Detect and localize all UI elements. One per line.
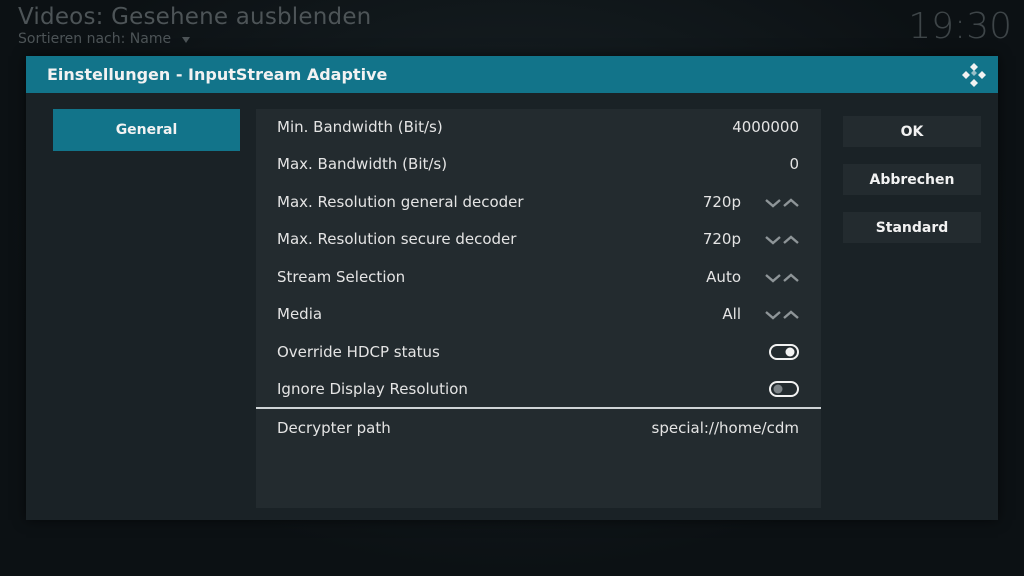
page-title: Videos: Gesehene ausblenden [18,4,372,30]
setting-label: Stream Selection [277,268,406,286]
settings-list: Min. Bandwidth (Bit/s) 4000000 Max. Band… [256,109,821,508]
setting-label: Override HDCP status [277,343,440,361]
cancel-button[interactable]: Abbrechen [843,164,981,195]
caret-down-icon [181,31,190,47]
setting-value: 0 [789,155,799,173]
setting-media[interactable]: Media All [256,296,821,333]
setting-label: Ignore Display Resolution [277,380,468,398]
settings-dialog: Einstellungen - InputStream Adaptive Gen… [26,56,998,520]
setting-label: Decrypter path [277,419,391,437]
setting-max-resolution-secure[interactable]: Max. Resolution secure decoder 720p [256,221,821,258]
section-divider [256,407,821,409]
setting-label: Media [277,305,323,323]
setting-stream-selection[interactable]: Stream Selection Auto [256,259,821,296]
setting-value: 720p [702,230,741,248]
setting-ignore-display-resolution[interactable]: Ignore Display Resolution [256,371,821,408]
ok-button[interactable]: OK [843,116,981,147]
setting-value: All [722,305,741,323]
category-general[interactable]: General [53,109,240,151]
spinner-arrows-icon[interactable] [765,270,799,284]
sort-text: Sortieren nach: Name [18,31,172,47]
setting-value: special://home/cdm [651,419,799,437]
setting-value: 720p [702,193,741,211]
setting-decrypter-path[interactable]: Decrypter path special://home/cdm [256,410,821,447]
sort-label: Sortieren nach: Name [18,31,190,47]
setting-label: Max. Resolution general decoder [277,193,524,211]
setting-max-bandwidth[interactable]: Max. Bandwidth (Bit/s) 0 [256,146,821,183]
setting-label: Min. Bandwidth (Bit/s) [277,118,443,136]
kodi-logo-icon [960,61,988,89]
toggle-off-icon[interactable] [769,381,799,397]
setting-label: Max. Resolution secure decoder [277,230,517,248]
spinner-arrows-icon[interactable] [765,232,799,246]
dialog-title: Einstellungen - InputStream Adaptive [47,65,388,84]
setting-value: Auto [706,268,741,286]
setting-value: 4000000 [732,118,799,136]
toggle-on-icon[interactable] [769,344,799,360]
setting-min-bandwidth[interactable]: Min. Bandwidth (Bit/s) 4000000 [256,109,821,146]
clock: 19:30 [908,6,1012,47]
setting-label: Max. Bandwidth (Bit/s) [277,155,448,173]
spinner-arrows-icon[interactable] [765,195,799,209]
dialog-header: Einstellungen - InputStream Adaptive [26,56,998,93]
setting-override-hdcp[interactable]: Override HDCP status [256,334,821,371]
spinner-arrows-icon[interactable] [765,307,799,321]
default-button[interactable]: Standard [843,212,981,243]
setting-max-resolution-general[interactable]: Max. Resolution general decoder 720p [256,184,821,221]
